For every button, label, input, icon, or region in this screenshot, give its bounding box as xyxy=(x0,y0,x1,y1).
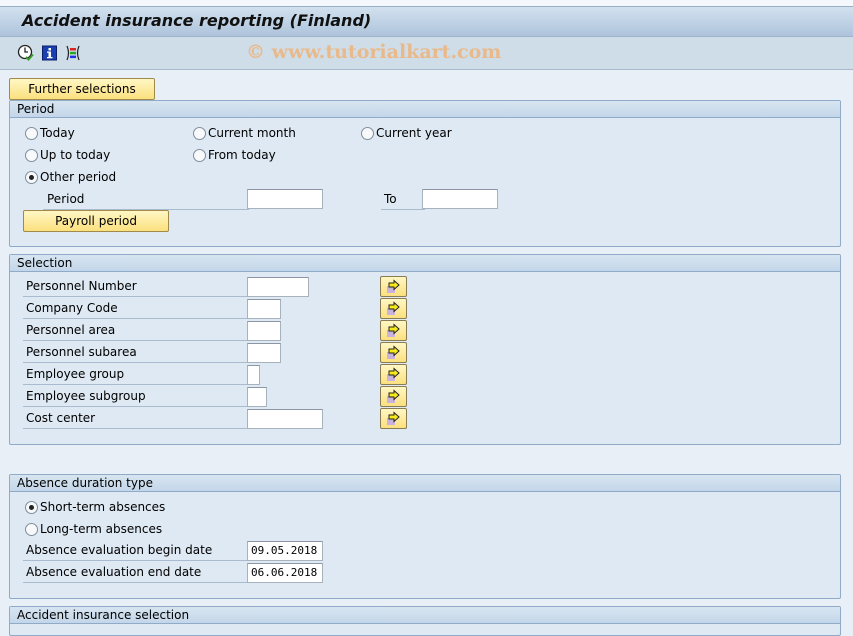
personnel-number-label: Personnel Number xyxy=(23,277,249,297)
radio-indicator xyxy=(193,148,206,162)
employee-subgroup-multiple-selection-button[interactable] xyxy=(380,386,407,407)
radio-indicator xyxy=(25,500,38,514)
radio-from-today[interactable]: From today xyxy=(193,148,276,162)
radio-label: Current month xyxy=(208,126,296,140)
accident-group-title: Accident insurance selection xyxy=(10,607,840,624)
radio-indicator xyxy=(25,170,38,184)
employee-subgroup-label: Employee subgroup xyxy=(23,387,249,407)
company-code-input[interactable] xyxy=(247,299,281,319)
radio-today[interactable]: Today xyxy=(25,126,75,140)
payroll-period-button[interactable]: Payroll period xyxy=(23,210,169,232)
execute-clock-icon[interactable] xyxy=(17,44,35,62)
absence-end-date-label: Absence evaluation end date xyxy=(23,563,249,583)
personnel-area-input[interactable] xyxy=(247,321,281,341)
absence-end-date-input[interactable]: 06.06.2018 xyxy=(247,563,323,583)
arrow-right-icon xyxy=(387,345,400,359)
radio-indicator xyxy=(193,126,206,140)
employee-subgroup-input[interactable] xyxy=(247,387,267,407)
radio-label: Today xyxy=(40,126,75,140)
page-title: Accident insurance reporting (Finland) xyxy=(22,11,372,30)
selection-group-title: Selection xyxy=(10,255,840,272)
radio-up-to-today[interactable]: Up to today xyxy=(25,148,110,162)
application-toolbar: © www.tutorialkart.com xyxy=(0,37,853,70)
personnel-subarea-input[interactable] xyxy=(247,343,281,363)
radio-long-term-absences[interactable]: Long-term absences xyxy=(25,522,162,536)
radio-label: Current year xyxy=(376,126,452,140)
arrow-right-icon xyxy=(387,279,400,293)
radio-indicator xyxy=(361,126,374,140)
employee-group-input[interactable] xyxy=(247,365,260,385)
radio-short-term-absences[interactable]: Short-term absences xyxy=(25,500,165,514)
cost-center-label: Cost center xyxy=(23,409,249,429)
radio-indicator xyxy=(25,126,38,140)
further-selections-button[interactable]: Further selections xyxy=(9,78,155,100)
radio-label: Long-term absences xyxy=(40,522,163,536)
radio-label: Short-term absences xyxy=(40,500,166,514)
employee-group-label: Employee group xyxy=(23,365,249,385)
radio-current-year[interactable]: Current year xyxy=(361,126,452,140)
cost-center-multiple-selection-button[interactable] xyxy=(380,408,407,429)
radio-label: Other period xyxy=(40,170,117,184)
absence-begin-date-label: Absence evaluation begin date xyxy=(23,541,249,561)
cost-center-input[interactable] xyxy=(247,409,323,429)
to-label: To xyxy=(381,190,425,210)
radio-current-month[interactable]: Current month xyxy=(193,126,296,140)
personnel-subarea-label: Personnel subarea xyxy=(23,343,249,363)
info-icon[interactable] xyxy=(41,44,59,62)
period-to-input[interactable] xyxy=(422,189,498,209)
selection-variant-icon[interactable] xyxy=(64,44,82,62)
radio-other-period[interactable]: Other period xyxy=(25,170,116,184)
radio-indicator xyxy=(25,522,38,536)
period-label: Period xyxy=(43,190,249,210)
accident-insurance-group: Accident insurance selection xyxy=(9,606,841,636)
radio-label: Up to today xyxy=(40,148,111,162)
arrow-right-icon xyxy=(387,323,400,337)
title-bar: Accident insurance reporting (Finland) xyxy=(0,6,853,37)
absence-begin-date-input[interactable]: 09.05.2018 xyxy=(247,541,323,561)
watermark: © www.tutorialkart.com xyxy=(246,41,502,63)
company-code-multiple-selection-button[interactable] xyxy=(380,298,407,319)
absence-duration-group: Absence duration type Short-term absence… xyxy=(9,474,841,599)
period-from-input[interactable] xyxy=(247,189,323,209)
personnel-subarea-multiple-selection-button[interactable] xyxy=(380,342,407,363)
radio-indicator xyxy=(25,148,38,162)
personnel-area-label: Personnel area xyxy=(23,321,249,341)
personnel-area-multiple-selection-button[interactable] xyxy=(380,320,407,341)
period-group: Period Today Current month Current year … xyxy=(9,100,841,247)
arrow-right-icon xyxy=(387,411,400,425)
company-code-label: Company Code xyxy=(23,299,249,319)
absence-group-title: Absence duration type xyxy=(10,475,840,492)
period-group-title: Period xyxy=(10,101,840,118)
arrow-right-icon xyxy=(387,389,400,403)
selection-group: Selection Personnel Number Company Code … xyxy=(9,254,841,445)
employee-group-multiple-selection-button[interactable] xyxy=(380,364,407,385)
radio-label: From today xyxy=(208,148,276,162)
arrow-right-icon xyxy=(387,301,400,315)
arrow-right-icon xyxy=(387,367,400,381)
personnel-number-multiple-selection-button[interactable] xyxy=(380,276,407,297)
personnel-number-input[interactable] xyxy=(247,277,309,297)
